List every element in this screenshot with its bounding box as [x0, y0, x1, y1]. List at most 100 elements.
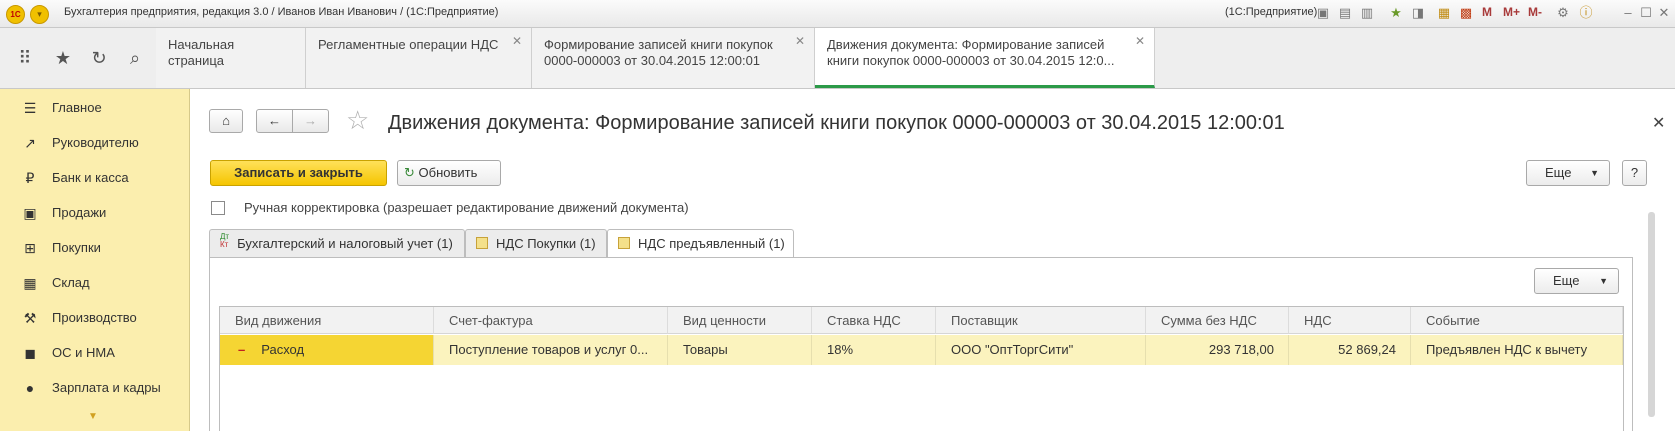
memory-button[interactable]: M: [1482, 5, 1492, 19]
back-button[interactable]: ←: [256, 109, 293, 133]
apps-grid-icon[interactable]: ⠿: [6, 28, 44, 88]
vertical-scrollbar[interactable]: [1648, 212, 1655, 417]
sidebar-item-payroll[interactable]: ● Зарплата и кадры: [0, 371, 189, 406]
page-title: Движения документа: Формирование записей…: [388, 112, 1285, 134]
search-icon[interactable]: ⌕: [116, 28, 154, 88]
sidebar-item-purchases[interactable]: ⊞ Покупки: [0, 231, 189, 266]
calculator-icon[interactable]: ▦: [1436, 5, 1452, 21]
tools-icon[interactable]: ⚙: [1555, 5, 1571, 21]
close-window-icon[interactable]: ✕: [1656, 5, 1672, 21]
more-button[interactable]: Еще ▼: [1526, 160, 1610, 186]
tab-accounting[interactable]: Дт Кт Бухгалтерский и налоговый учет (1): [209, 229, 465, 257]
print-icon[interactable]: ▤: [1337, 5, 1353, 21]
memory-plus-button[interactable]: M+: [1503, 5, 1520, 19]
cell-text: Расход: [261, 342, 305, 357]
info-icon[interactable]: ⓘ: [1578, 5, 1594, 21]
tab-vat-purchases[interactable]: НДС Покупки (1): [465, 229, 607, 257]
panel-more-button[interactable]: Еще ▼: [1534, 268, 1619, 294]
tab-vat-operations[interactable]: Регламентные операции НДС ✕: [306, 28, 532, 88]
refresh-icon: ↻: [404, 165, 415, 180]
column-header[interactable]: НДС: [1289, 307, 1411, 334]
tab-label: НДС Покупки (1): [496, 236, 596, 251]
column-header[interactable]: Поставщик: [936, 307, 1146, 334]
tab-label: Формирование записей книги покупок 0000-…: [544, 37, 773, 68]
sidebar-item-main[interactable]: ☰ Главное: [0, 91, 189, 126]
tab-label: Регламентные операции НДС: [318, 37, 499, 52]
tab-label: НДС предъявленный (1): [638, 236, 785, 251]
menu-lines-icon: ☰: [23, 100, 37, 116]
close-tab-icon[interactable]: ✕: [795, 34, 805, 48]
tab-label: Начальная страница: [168, 37, 235, 68]
home-button[interactable]: ⌂: [209, 109, 243, 133]
calendar-icon[interactable]: ▩: [1458, 5, 1474, 21]
sidebar-item-label: Продажи: [52, 205, 107, 220]
table-cell-vat[interactable]: 52 869,24: [1289, 335, 1411, 365]
bag-icon: ▣: [23, 205, 37, 221]
table-cell-value-type[interactable]: Товары: [668, 335, 812, 365]
sidebar-item-bank[interactable]: ₽ Банк и касса: [0, 161, 189, 196]
column-header[interactable]: Вид ценности: [668, 307, 812, 334]
history-icon[interactable]: ◨: [1410, 5, 1426, 21]
help-button[interactable]: ?: [1622, 160, 1647, 186]
column-header[interactable]: Вид движения: [220, 307, 434, 334]
history-icon[interactable]: ↻: [80, 28, 118, 88]
close-tab-icon[interactable]: ✕: [1135, 34, 1145, 48]
truck-icon: ◼: [24, 345, 36, 361]
table-cell-supplier[interactable]: ООО "ОптТоргСити": [936, 335, 1146, 365]
sidebar-item-label: Зарплата и кадры: [52, 380, 161, 395]
tab-label: Бухгалтерский и налоговый учет (1): [237, 236, 453, 251]
main-menu-icon[interactable]: ▾: [30, 5, 49, 24]
trend-icon: ↗: [24, 135, 36, 151]
window-title: Бухгалтерия предприятия, редакция 3.0 / …: [64, 6, 499, 18]
chevron-down-icon: ▼: [1590, 168, 1599, 178]
app-logo-icon: 1С: [6, 5, 25, 24]
sidebar-item-warehouse[interactable]: ▦ Склад: [0, 266, 189, 301]
sidebar-item-label: Руководителю: [52, 135, 139, 150]
table-cell-event[interactable]: Предъявлен НДС к вычету: [1411, 335, 1623, 365]
sidebar-item-sales[interactable]: ▣ Продажи: [0, 196, 189, 231]
table-cell-amount[interactable]: 293 718,00: [1146, 335, 1289, 365]
sidebar-item-manager[interactable]: ↗ Руководителю: [0, 126, 189, 161]
favorites-icon[interactable]: ★: [1388, 5, 1404, 21]
cart-icon: ⊞: [24, 240, 36, 256]
minimize-icon[interactable]: –: [1620, 5, 1636, 21]
memory-minus-button[interactable]: M-: [1528, 5, 1542, 19]
refresh-button[interactable]: ↻ Обновить: [397, 160, 501, 186]
table-cell-invoice[interactable]: Поступление товаров и услуг 0...: [434, 335, 668, 365]
chevron-down-icon: ▼: [1599, 276, 1608, 286]
tab-label: Движения документа: Формирование записей…: [827, 37, 1115, 68]
minus-icon: –: [238, 342, 246, 357]
star-icon[interactable]: ★: [44, 28, 82, 88]
manual-correction-label: Ручная корректировка (разрешает редактир…: [244, 200, 689, 215]
forward-button[interactable]: →: [292, 109, 329, 133]
table-cell-movement[interactable]: – Расход: [220, 335, 434, 365]
manual-correction-checkbox[interactable]: [211, 201, 225, 215]
save-and-close-button[interactable]: Записать и закрыть: [210, 160, 387, 186]
favorite-star-icon[interactable]: ☆: [346, 107, 369, 133]
close-tab-icon[interactable]: ✕: [512, 34, 522, 48]
tab-home[interactable]: Начальная страница: [156, 28, 306, 88]
column-header[interactable]: Ставка НДС: [812, 307, 936, 334]
table-cell-rate[interactable]: 18%: [812, 335, 936, 365]
sidebar-item-label: ОС и НМА: [52, 345, 115, 360]
sidebar-item-label: Главное: [52, 100, 102, 115]
title-bar: 1С ▾ Бухгалтерия предприятия, редакция 3…: [0, 0, 1675, 28]
tab-purchase-book-doc[interactable]: Формирование записей книги покупок 0000-…: [532, 28, 815, 88]
more-label: Еще: [1545, 165, 1572, 180]
save-icon[interactable]: ▣: [1315, 5, 1331, 21]
maximize-icon[interactable]: ☐: [1638, 5, 1654, 21]
factory-icon: ⚒: [23, 310, 37, 326]
preview-icon[interactable]: ▥: [1359, 5, 1375, 21]
column-header[interactable]: Сумма без НДС: [1146, 307, 1289, 334]
dt-kt-icon: Дт Кт: [220, 232, 230, 249]
column-header[interactable]: Счет-фактура: [434, 307, 668, 334]
refresh-label: Обновить: [418, 165, 478, 180]
scroll-down-arrow-icon[interactable]: ▼: [88, 411, 98, 422]
tab-document-movements[interactable]: Движения документа: Формирование записей…: [815, 28, 1155, 88]
sidebar-item-label: Покупки: [52, 240, 101, 255]
sidebar-item-fixed-assets[interactable]: ◼ ОС и НМА: [0, 336, 189, 371]
tab-vat-presented[interactable]: НДС предъявленный (1): [607, 229, 794, 258]
column-header[interactable]: Событие: [1411, 307, 1623, 334]
sidebar-item-production[interactable]: ⚒ Производство: [0, 301, 189, 336]
close-form-icon[interactable]: ✕: [1652, 113, 1665, 133]
